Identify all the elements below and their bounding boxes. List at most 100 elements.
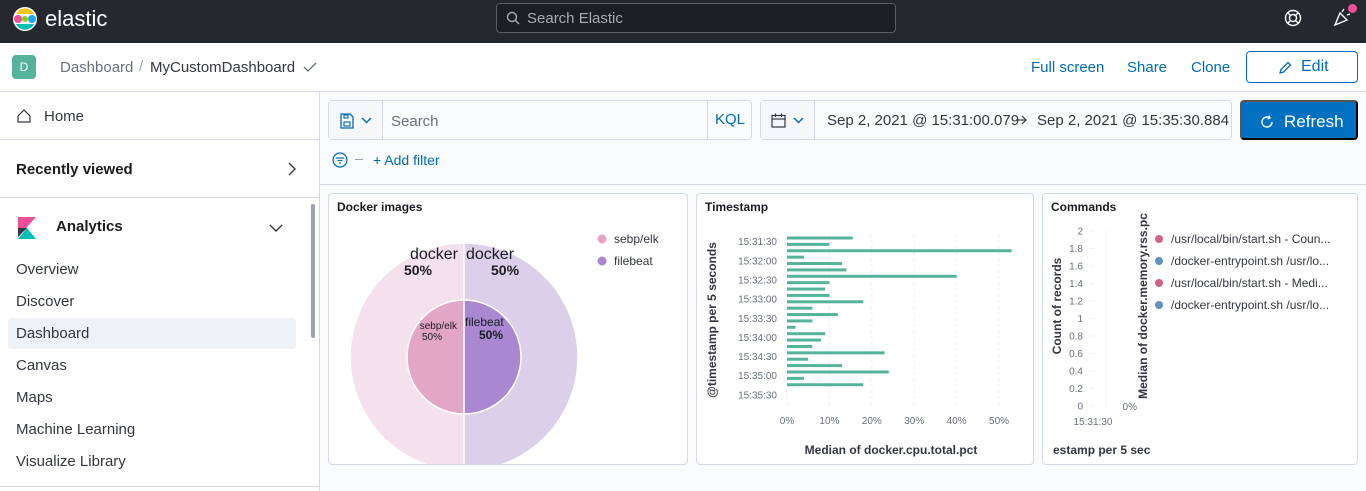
analytics-section-toggle[interactable]: Analytics [0, 198, 319, 254]
date-picker: Sep 2, 2021 @ 15:31:00.079 Sep 2, 2021 @… [760, 100, 1232, 140]
pie-label-outer-left: docker [410, 246, 459, 263]
y-tick-label: 15:33:00 [738, 295, 777, 306]
y-tick-label: 15:34:00 [738, 333, 777, 344]
divider [320, 184, 1366, 185]
nav-visualize-library[interactable]: Visualize Library [8, 446, 296, 477]
breadcrumb-dashboard[interactable]: Dashboard [60, 59, 133, 76]
y-tick-label: 15:31:30 [738, 237, 777, 248]
bar[interactable] [787, 306, 813, 310]
x-axis-title: estamp per 5 sec [1053, 443, 1151, 457]
date-end[interactable]: Sep 2, 2021 @ 15:35:30.884 [1037, 112, 1229, 129]
y-tick-label: 15:34:30 [738, 352, 777, 363]
bar[interactable] [787, 255, 804, 259]
check-icon [303, 62, 317, 72]
saved-query-button[interactable] [329, 101, 383, 139]
bar[interactable] [787, 364, 843, 368]
bar[interactable] [787, 262, 843, 266]
save-icon [340, 113, 354, 129]
y-tick-label: 0.4 [1069, 367, 1083, 378]
bar[interactable] [787, 268, 847, 272]
nav-machine-learning[interactable]: Machine Learning [8, 414, 296, 445]
space-avatar[interactable]: D [12, 55, 36, 79]
nav-overview[interactable]: Overview [8, 254, 296, 285]
global-search[interactable] [496, 3, 896, 33]
legend-dot [1155, 279, 1163, 287]
edit-button[interactable]: Edit [1246, 51, 1358, 83]
date-start[interactable]: Sep 2, 2021 @ 15:31:00.079 [827, 112, 1019, 129]
y2-tick: 0% [1123, 402, 1138, 413]
x-tick-label: 0% [780, 416, 795, 427]
nav-canvas[interactable]: Canvas [8, 350, 296, 381]
nav-dashboard[interactable]: Dashboard [8, 318, 296, 349]
bar[interactable] [787, 376, 804, 380]
clone-link[interactable]: Clone [1191, 59, 1230, 76]
bar[interactable] [787, 242, 830, 246]
bar[interactable] [787, 293, 830, 297]
divider [355, 159, 363, 160]
quick-date-menu-button[interactable] [761, 101, 815, 139]
y-tick-label: 0.6 [1069, 349, 1083, 360]
bar[interactable] [787, 313, 838, 317]
bar[interactable] [787, 325, 796, 329]
bar[interactable] [787, 249, 1012, 253]
analytics-label: Analytics [56, 218, 123, 235]
brand-name[interactable]: elastic [45, 6, 107, 32]
bar[interactable] [787, 281, 830, 285]
bar[interactable] [787, 383, 864, 387]
share-link[interactable]: Share [1127, 59, 1167, 76]
bar[interactable] [787, 319, 813, 323]
breadcrumb-separator: / [139, 58, 144, 75]
nav-discover[interactable]: Discover [8, 286, 296, 317]
bar[interactable] [787, 236, 853, 240]
refresh-label: Refresh [1284, 112, 1344, 131]
y-tick-label: 1.8 [1069, 244, 1083, 255]
filter-options-icon[interactable] [332, 152, 348, 168]
x-tick: 15:31:30 [1074, 417, 1113, 428]
global-search-input[interactable] [527, 8, 877, 28]
nav-maps[interactable]: Maps [8, 382, 296, 413]
query-search-input[interactable] [391, 111, 701, 131]
pie-pct-outer-right: 50% [491, 262, 520, 278]
legend-item[interactable]: /docker-entrypoint.sh /usr/lo... [1171, 298, 1329, 312]
chevron-down-icon [361, 117, 372, 124]
sidebar-scrollbar[interactable] [311, 204, 315, 338]
x-tick-label: 40% [947, 416, 967, 427]
y-axis-title: @timestamp per 5 seconds [705, 242, 719, 398]
pie-label-inner-right: filebeat [465, 315, 504, 329]
add-filter-button[interactable]: + Add filter [373, 152, 440, 168]
bar[interactable] [787, 344, 813, 348]
panel-commands: Commands Count of records Median of dock… [1042, 193, 1358, 465]
chevron-right-icon [288, 162, 296, 176]
bar[interactable] [787, 370, 889, 374]
bar[interactable] [787, 287, 826, 291]
bar[interactable] [787, 300, 864, 304]
x-tick-label: 30% [904, 416, 924, 427]
y-tick-label: 0.2 [1069, 384, 1083, 395]
refresh-button[interactable]: Refresh [1240, 100, 1358, 140]
breadcrumb-bar: D Dashboard / MyCustomDashboard Full scr… [0, 43, 1366, 92]
legend-item-sebp-elk[interactable]: sebp/elk [614, 232, 660, 246]
bar[interactable] [787, 338, 821, 342]
legend-dot-filebeat [597, 256, 607, 266]
pie-pct-inner-right: 50% [479, 328, 503, 342]
bar[interactable] [787, 357, 809, 361]
bar[interactable] [787, 274, 957, 278]
arrow-right-icon [1016, 115, 1027, 125]
nav-home[interactable]: Home [0, 92, 319, 140]
help-icon[interactable] [1284, 9, 1302, 27]
recently-viewed-toggle[interactable]: Recently viewed [0, 140, 319, 198]
y-tick-label: 15:32:30 [738, 275, 777, 286]
legend-item[interactable]: /docker-entrypoint.sh /usr/lo... [1171, 254, 1329, 268]
bar[interactable] [787, 332, 826, 336]
bar[interactable] [787, 351, 885, 355]
legend-dot [1155, 301, 1163, 309]
recently-viewed-label: Recently viewed [16, 161, 133, 178]
legend-item[interactable]: /usr/local/bin/start.sh - Medi... [1171, 276, 1328, 290]
full-screen-link[interactable]: Full screen [1031, 59, 1104, 76]
y-tick-label: 15:32:00 [738, 256, 777, 267]
elastic-logo-icon[interactable] [12, 6, 38, 32]
legend-item[interactable]: /usr/local/bin/start.sh - Coun... [1171, 232, 1330, 246]
query-language-button[interactable]: KQL [707, 101, 752, 139]
legend-item-filebeat[interactable]: filebeat [614, 254, 653, 268]
x-tick-label: 20% [862, 416, 882, 427]
